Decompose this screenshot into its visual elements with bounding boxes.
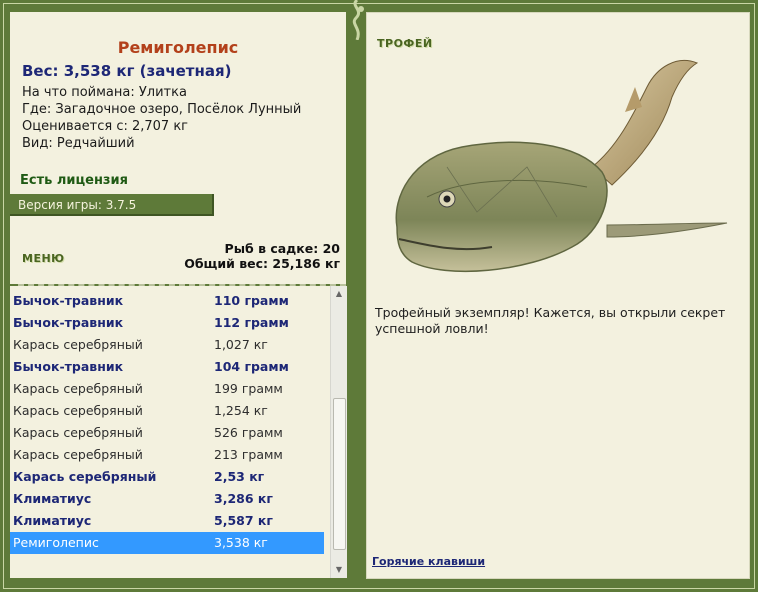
fish-weight-cell: 1,027 кг xyxy=(214,337,268,352)
fish-name: Ремиголепис xyxy=(13,535,99,550)
fish-name: Карась серебряный xyxy=(13,381,143,396)
fish-weight: Вес: 3,538 кг (зачетная) xyxy=(22,62,232,80)
fish-weight-cell: 5,587 кг xyxy=(214,513,273,528)
fish-name: Карась серебряный xyxy=(13,403,143,418)
fish-name: Карась серебряный xyxy=(13,337,143,352)
kind-info: Вид: Редчайший xyxy=(22,136,135,151)
value-info: Оценивается с: 2,707 кг xyxy=(22,119,189,134)
fish-weight-cell: 2,53 кг xyxy=(214,469,265,484)
fish-list-row[interactable]: Карась серебряный 199 грамм xyxy=(10,378,324,400)
total-weight: Общий вес: 25,186 кг xyxy=(184,256,340,271)
fish-list-row[interactable]: Карась серебряный 526 грамм xyxy=(10,422,324,444)
fish-title: Ремиголепис xyxy=(117,38,239,57)
fish-name: Карась серебряный xyxy=(13,469,157,484)
fish-name: Карась серебряный xyxy=(13,425,143,440)
version-bar: Версия игры: 3.7.5 xyxy=(10,194,214,216)
fish-weight-cell: 104 грамм xyxy=(214,359,289,374)
fish-weight-cell: 526 грамм xyxy=(214,425,283,440)
fish-name: Бычок-травник xyxy=(13,315,124,330)
fish-name: Бычок-травник xyxy=(13,359,124,374)
fish-list-row[interactable]: Карась серебряный 1,027 кг xyxy=(10,334,324,356)
license-status: Есть лицензия xyxy=(20,173,128,188)
fish-list-row[interactable]: Бычок-травник 110 грамм xyxy=(10,290,324,312)
fish-list-row[interactable]: Климатиус 5,587 кг xyxy=(10,510,324,532)
location-info: Где: Загадочное озеро, Посёлок Лунный xyxy=(22,102,302,117)
fish-name: Бычок-травник xyxy=(13,293,124,308)
fish-weight-cell: 3,286 кг xyxy=(214,491,273,506)
fish-list-row[interactable]: Карась серебряный 213 грамм xyxy=(10,444,324,466)
fish-list-row[interactable]: Бычок-травник 112 грамм xyxy=(10,312,324,334)
fish-weight-cell: 1,254 кг xyxy=(214,403,268,418)
trophy-description: Трофейный экземпляр! Кажется, вы открыли… xyxy=(375,305,726,336)
fish-name: Климатиус xyxy=(13,513,92,528)
fish-weight-cell: 3,538 кг xyxy=(214,535,268,550)
fish-weight-cell: 112 грамм xyxy=(214,315,289,330)
fish-weight-cell: 213 грамм xyxy=(214,447,283,462)
fish-list-row[interactable]: Бычок-травник 104 грамм xyxy=(10,356,324,378)
fish-list-panel: Бычок-травник 110 грамм Бычок-травник 112 г… xyxy=(10,286,347,578)
fish-count: Рыб в садке: 20 xyxy=(224,241,340,256)
fish-list-row[interactable]: Карась серебряный 2,53 кг xyxy=(10,466,324,488)
catch-info-panel: Ремиголепис Вес: 3,538 кг (зачетная) На … xyxy=(10,12,346,286)
list-scrollbar[interactable]: ▲ ▼ xyxy=(330,286,347,578)
scroll-down-icon[interactable]: ▼ xyxy=(331,562,347,578)
hotkeys-link[interactable]: Горячие клавиши xyxy=(372,555,485,568)
trophy-panel: ТРОФЕЙ Трофейный экземпляр! Кажется, вы xyxy=(366,12,750,579)
bait-info: На что поймана: Улитка xyxy=(22,85,187,100)
fish-list-row[interactable]: Ремиголепис 3,538 кг xyxy=(10,532,324,554)
fish-weight-cell: 199 грамм xyxy=(214,381,283,396)
vine-ornament-icon xyxy=(352,0,364,40)
scroll-thumb[interactable] xyxy=(333,398,346,550)
fish-illustration xyxy=(395,59,728,273)
fish-name: Климатиус xyxy=(13,491,92,506)
fish-weight-cell: 110 грамм xyxy=(214,293,289,308)
fish-list-row[interactable]: Карась серебряный 1,254 кг xyxy=(10,400,324,422)
fish-list-row[interactable]: Климатиус 3,286 кг xyxy=(10,488,324,510)
menu-button[interactable]: МЕНЮ xyxy=(22,252,65,265)
keepnet-summary: Рыб в садке: 20 Общий вес: 25,186 кг xyxy=(184,241,340,271)
scroll-up-icon[interactable]: ▲ xyxy=(331,286,347,302)
fish-list[interactable]: Бычок-травник 110 грамм Бычок-травник 112 г… xyxy=(10,290,324,554)
fish-name: Карась серебряный xyxy=(13,447,143,462)
